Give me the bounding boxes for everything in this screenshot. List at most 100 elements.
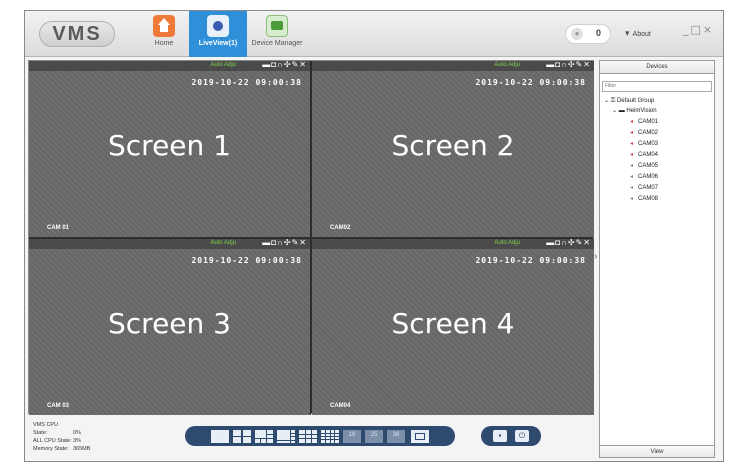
notification-count: 0	[595, 28, 601, 38]
top-bar: VMS Home LiveView(1) Device Manager ● 0 …	[25, 11, 723, 57]
camera-icon: ◂	[630, 184, 634, 191]
tree-camera-item[interactable]: ◂ CAM08	[630, 195, 658, 202]
tree-camera-item[interactable]: ◂ CAM01	[630, 118, 658, 125]
timestamp: 2019-10-22 09:00:38	[475, 78, 586, 87]
vms-window: VMS Home LiveView(1) Device Manager ● 0 …	[24, 10, 724, 462]
devices-panel: Devices ⌄ ⚿ Default Group ⌄ ▬ HeimVision…	[599, 60, 715, 458]
nav-device-manager[interactable]: Device Manager	[249, 11, 305, 57]
screen-tool-icons[interactable]: ▬◘∩✣✎✕	[262, 60, 307, 69]
camera-label: CAM01	[638, 118, 659, 125]
screen-label: Screen 2	[391, 129, 515, 162]
minimize-icon[interactable]: _	[683, 23, 691, 36]
camera-icon: ◂	[630, 140, 634, 147]
nav-liveview[interactable]: LiveView(1)	[189, 11, 247, 57]
nav-home-label: Home	[154, 40, 174, 47]
collapse-panel-arrow-icon[interactable]: ›	[594, 251, 597, 262]
auto-adjust-dropdown[interactable]: Auto Adju	[494, 240, 520, 246]
vms-cpu-label: VMS CPU State:	[33, 422, 59, 436]
fullscreen-button[interactable]	[411, 430, 429, 443]
app-logo: VMS	[39, 21, 115, 47]
filter-input[interactable]	[602, 80, 712, 92]
video-grid: Auto Adju ▬◘∩✣✎✕ 2019-10-22 09:00:38 Scr…	[28, 60, 594, 415]
camera-icon: ◂	[630, 162, 634, 169]
camera-name: CAM04	[330, 403, 351, 409]
tree-camera-item[interactable]: ◂ CAM07	[630, 184, 658, 191]
layout-toolbar: 16 25 36	[185, 426, 455, 446]
camera-label: CAM05	[638, 162, 659, 169]
layout-36-button[interactable]: 36	[387, 430, 405, 443]
layout-6-button[interactable]	[255, 430, 273, 443]
layout-4-button[interactable]	[233, 430, 251, 443]
camera-icon: ◂	[630, 129, 634, 136]
screen-label: Screen 1	[108, 129, 231, 162]
tree-device[interactable]: ⌄ ▬ HeimVision	[612, 107, 657, 114]
auto-adjust-dropdown[interactable]: Auto Adju	[210, 62, 236, 68]
tree-camera-item[interactable]: ◂ CAM06	[630, 173, 658, 180]
camera-label: CAM07	[638, 184, 659, 191]
camera-name: CAM02	[330, 225, 351, 231]
camera-name: CAM 03	[47, 403, 70, 409]
tree-group[interactable]: ⌄ ⚿ Default Group	[604, 97, 654, 105]
close-icon[interactable]: ×	[703, 23, 714, 36]
view-tab[interactable]: View	[600, 445, 714, 457]
nav-home[interactable]: Home	[143, 11, 185, 57]
device-manager-icon	[266, 15, 288, 37]
alarm-notification[interactable]: ● 0	[565, 24, 611, 44]
device-label: HeimVision	[626, 107, 657, 114]
camera-label: CAM03	[638, 140, 659, 147]
auto-adjust-dropdown[interactable]: Auto Adju	[210, 240, 236, 246]
camera-label: CAM04	[638, 151, 659, 158]
video-screen-2[interactable]: Auto Adju ▬◘∩✣✎✕ 2019-10-22 09:00:38 Scr…	[312, 60, 594, 237]
layout-1-button[interactable]	[211, 430, 229, 443]
screen-label: Screen 3	[108, 307, 231, 340]
screen-tool-icons[interactable]: ▬◘∩✣✎✕	[262, 238, 307, 247]
layout-16-button[interactable]: 16	[343, 430, 361, 443]
layout-9-button[interactable]	[299, 430, 317, 443]
layout-8-button[interactable]	[277, 430, 295, 443]
screen-tool-icons[interactable]: ▬◘∩✣✎✕	[546, 238, 591, 247]
about-icon: ▾	[625, 28, 630, 38]
screen-label: Screen 4	[391, 307, 515, 340]
record-toolbar: ▪ ⏻	[481, 426, 541, 446]
camera-label: CAM02	[638, 129, 659, 136]
camera-icon: ◂	[630, 173, 634, 180]
nav-liveview-label: LiveView(1)	[198, 40, 238, 47]
auto-adjust-dropdown[interactable]: Auto Adju	[494, 62, 520, 68]
video-screen-3[interactable]: Auto Adju ▬◘∩✣✎✕ 2019-10-22 09:00:38 Scr…	[29, 238, 311, 415]
screen-tool-icons[interactable]: ▬◘∩✣✎✕	[546, 60, 591, 69]
about-button[interactable]: ▾ About	[625, 28, 651, 39]
tree-camera-item[interactable]: ◂ CAM04	[630, 151, 658, 158]
power-icon[interactable]: ⏻	[515, 430, 529, 442]
video-screen-1[interactable]: Auto Adju ▬◘∩✣✎✕ 2019-10-22 09:00:38 Scr…	[29, 60, 311, 237]
tree-camera-item[interactable]: ◂ CAM02	[630, 129, 658, 136]
timestamp: 2019-10-22 09:00:38	[475, 256, 586, 265]
about-label: About	[632, 31, 651, 38]
camera-icon: ◂	[630, 118, 634, 125]
device-icon: ▬	[618, 107, 625, 114]
video-screen-4[interactable]: Auto Adju ▬◘∩✣✎✕ 2019-10-22 09:00:38 Scr…	[312, 238, 594, 415]
camera-label: CAM06	[638, 173, 659, 180]
maximize-icon[interactable]: □	[691, 23, 703, 36]
bulb-icon: ●	[571, 28, 583, 40]
layout-16-grid-button[interactable]	[321, 430, 339, 443]
timestamp: 2019-10-22 09:00:38	[191, 78, 302, 87]
liveview-icon	[207, 15, 229, 37]
tree-camera-item[interactable]: ◂ CAM05	[630, 162, 658, 169]
camera-icon: ◂	[630, 151, 634, 158]
memory-value: 365MB	[73, 446, 91, 452]
nav-device-label: Device Manager	[251, 40, 303, 47]
window-controls: _□×	[683, 23, 714, 36]
layout-25-button[interactable]: 25	[365, 430, 383, 443]
memory-label: Memory State:	[33, 446, 69, 452]
save-icon[interactable]: ▪	[493, 430, 507, 442]
camera-icon: ◂	[630, 195, 634, 202]
tree-camera-item[interactable]: ◂ CAM03	[630, 140, 658, 147]
expand-icon[interactable]: ⌄	[612, 108, 617, 114]
home-icon	[153, 15, 175, 37]
group-icon: ⚿	[610, 97, 616, 104]
vms-cpu-value: 0%	[73, 430, 81, 436]
camera-label: CAM08	[638, 195, 659, 202]
group-label: Default Group	[616, 97, 655, 104]
panel-title: Devices	[600, 61, 714, 74]
expand-icon[interactable]: ⌄	[604, 98, 609, 104]
